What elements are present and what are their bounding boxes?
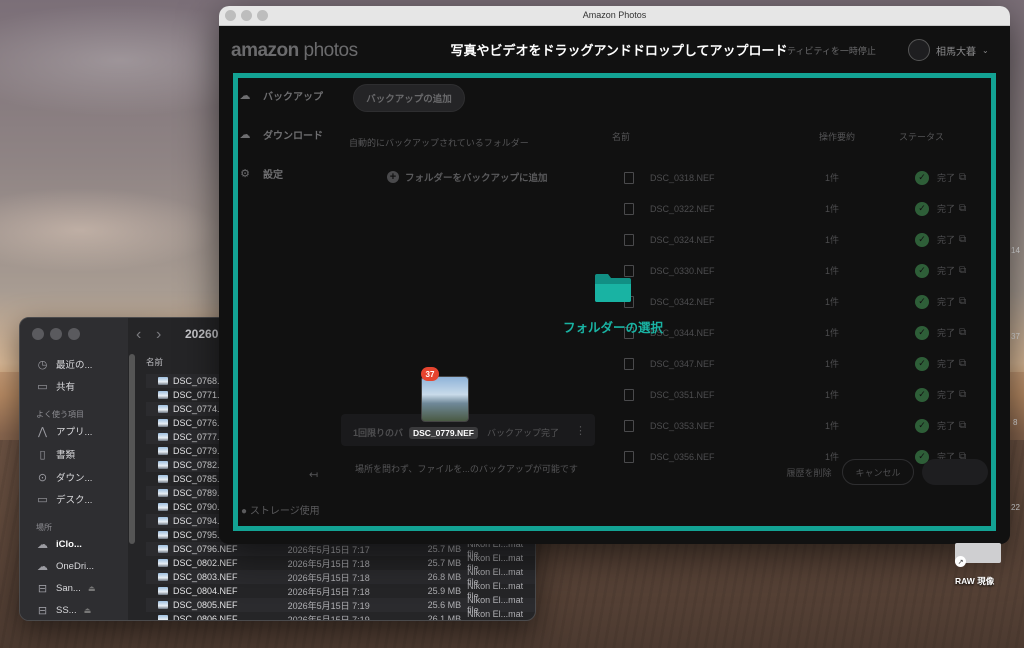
sidebar-item-apps[interactable]: ⋀ アプリ...: [36, 422, 92, 440]
eject-icon[interactable]: ⏏: [84, 606, 92, 615]
file-date: 2026年5月15日 7:18: [287, 572, 370, 583]
file-kind: Nikon El...mat file: [467, 609, 524, 620]
file-date: 2026年5月15日 7:18: [287, 586, 370, 597]
image-thumbnail-icon: [158, 447, 168, 455]
sidebar-item-drive1[interactable]: ⊟ San... ⏏: [36, 579, 96, 597]
drive-icon: ⊟: [37, 582, 48, 595]
sidebar-item-recent[interactable]: ◷ 最近の...: [36, 355, 93, 373]
download-icon: ⊙: [37, 471, 48, 484]
sidebar-item-icloud[interactable]: ☁ iClo...: [36, 535, 82, 553]
app-content: amazon photos ティビティを一時停止 相馬大暮 ⌄ ☁ バックアップ ☁…: [219, 26, 1010, 544]
drag-preview-thumbnail: [421, 376, 469, 422]
desktop-icon-label[interactable]: RAW 現像: [955, 575, 994, 587]
file-size: 25.6 MB: [427, 600, 462, 610]
drive-icon: ⊟: [37, 604, 48, 617]
image-thumbnail-icon: [158, 503, 168, 511]
sidebar-item-desktop[interactable]: ▭ デスク...: [36, 490, 92, 508]
eject-icon[interactable]: ⏏: [88, 584, 96, 593]
file-size: 25.7 MB: [427, 544, 462, 554]
sidebar-item-drive2[interactable]: ⊟ SS... ⏏: [36, 601, 91, 619]
file-size: 26.1 MB: [427, 614, 462, 621]
title-bar: Amazon Photos: [219, 6, 1010, 26]
desktop-edge-text: 22: [1011, 503, 1020, 512]
desktop-edge-text: 37: [1011, 332, 1020, 341]
desktop-edge-text: 14: [1011, 246, 1020, 255]
file-name: DSC_0796.NEF: [172, 544, 238, 554]
drag-filename-label: DSC_0779.NEF: [409, 427, 478, 439]
file-size: 26.8 MB: [427, 572, 462, 582]
minimize-button[interactable]: [50, 328, 62, 340]
file-name: DSC_0804.NEF: [172, 586, 238, 596]
document-icon: ▯: [39, 448, 46, 461]
apps-icon: ⋀: [37, 425, 48, 438]
drop-zone-title: 写真やビデオをドラッグアンドドロップしてアップロード: [450, 43, 788, 58]
file-name: DSC_0805.NEF: [172, 600, 238, 610]
sidebar-item-documents[interactable]: ▯ 書類: [36, 445, 75, 463]
zoom-button[interactable]: [68, 328, 80, 340]
image-thumbnail-icon: [158, 433, 168, 441]
clock-icon: ◷: [37, 358, 48, 371]
file-size: 25.7 MB: [427, 558, 462, 568]
image-thumbnail-icon: [158, 531, 168, 539]
cloud-icon: ☁: [37, 560, 48, 573]
image-thumbnail-icon: [158, 377, 168, 385]
file-date: 2026年5月15日 7:19: [287, 600, 370, 611]
file-row[interactable]: DSC_0806.NEF 2026年5月15日 7:19 26.1 MB Nikon …: [146, 609, 535, 621]
image-thumbnail-icon: [158, 573, 168, 581]
file-name: DSC_0806.NEF: [172, 614, 238, 621]
folder-path: 20260: [185, 327, 219, 341]
sidebar-item-onedrive[interactable]: ☁ OneDri...: [36, 557, 94, 575]
file-date: 2026年5月15日 7:19: [287, 614, 370, 621]
image-thumbnail-icon: [158, 489, 168, 497]
cloud-icon: ☁: [37, 538, 48, 551]
sidebar-item-shared[interactable]: ▭ 共有: [36, 377, 75, 395]
file-name: DSC_0802.NEF: [172, 558, 238, 568]
image-thumbnail-icon: [158, 559, 168, 567]
sidebar-item-downloads[interactable]: ⊙ ダウン...: [36, 468, 93, 486]
alias-arrow-icon: ↗: [955, 556, 966, 567]
select-folder-label[interactable]: フォルダーの選択: [533, 317, 693, 336]
sidebar-heading-favorites: よく使う項目: [36, 410, 84, 419]
sidebar-scrollbar[interactable]: [129, 354, 135, 544]
image-thumbnail-icon: [158, 461, 168, 469]
image-thumbnail-icon: [158, 405, 168, 413]
desktop-edge-text: 8: [1013, 418, 1018, 427]
forward-button[interactable]: ›: [156, 326, 161, 344]
image-thumbnail-icon: [158, 615, 168, 620]
image-thumbnail-icon: [158, 475, 168, 483]
finder-sidebar: ◷ 最近の... ▭ 共有 よく使う項目 ⋀ アプリ... ▯ 書類 ⊙ ダウン... ▭…: [20, 318, 128, 620]
image-thumbnail-icon: [158, 545, 168, 553]
column-header-name[interactable]: 名前: [146, 356, 163, 368]
file-date: 2026年5月15日 7:17: [287, 544, 370, 555]
file-name: DSC_0803.NEF: [172, 572, 238, 582]
image-thumbnail-icon: [158, 587, 168, 595]
back-button[interactable]: ‹: [136, 326, 141, 344]
folder-icon: [595, 274, 631, 302]
window-title: Amazon Photos: [582, 10, 647, 20]
image-thumbnail-icon: [158, 419, 168, 427]
file-date: 2026年5月15日 7:18: [287, 558, 370, 569]
user-menu[interactable]: 相馬大暮 ⌄: [908, 39, 989, 61]
amazon-photos-logo: amazon photos: [231, 40, 358, 61]
chevron-down-icon: ⌄: [982, 45, 989, 55]
image-thumbnail-icon: [158, 517, 168, 525]
close-button[interactable]: [32, 328, 44, 340]
file-size: 25.9 MB: [427, 586, 462, 596]
drag-count-badge: 37: [421, 367, 439, 381]
shared-folder-icon: ▭: [37, 380, 48, 393]
sidebar-heading-locations: 場所: [36, 523, 52, 532]
avatar: [908, 39, 930, 61]
desktop-icon: ▭: [37, 493, 48, 506]
image-thumbnail-icon: [158, 391, 168, 399]
image-thumbnail-icon: [158, 601, 168, 609]
amazon-photos-window: Amazon Photos amazon photos ティビティを一時停止 相…: [219, 6, 1010, 544]
